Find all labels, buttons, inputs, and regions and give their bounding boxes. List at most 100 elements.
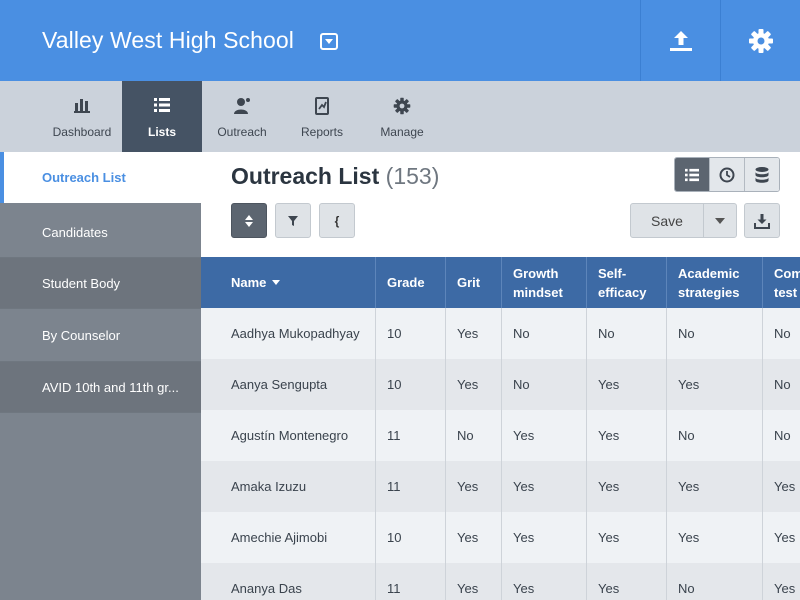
table-row[interactable]: Aanya Sengupta 10 Yes No Yes Yes No [201,359,800,410]
column-header-grade[interactable]: Grade [376,257,446,308]
table-row[interactable]: Ananya Das 11 Yes Yes Yes No Yes [201,563,800,600]
sidebar-item-avid[interactable]: AVID 10th and 11th gr... [0,362,201,413]
table-cell: Aanya Sengupta [201,359,376,410]
table-cell: No [502,359,587,410]
sidebar-item-label: Outreach List [42,170,126,185]
column-header-label: Academic strategies [678,265,740,300]
upload-button[interactable] [641,0,720,81]
table-row[interactable]: Agustín Montenegro 11 No Yes Yes No No [201,410,800,461]
school-name[interactable]: Valley West High School [42,27,294,54]
view-history-button[interactable] [710,158,745,191]
outreach-table: Name Grade Grit Growth mindset Self-effi… [201,257,800,600]
table-cell: 11 [376,410,446,461]
nav-item-lists[interactable]: Lists [122,81,202,152]
table-cell: No [667,563,763,600]
column-header-grit[interactable]: Grit [446,257,502,308]
list-icon [154,98,170,112]
sidebar-item-outreach-list[interactable]: Outreach List [0,152,201,203]
save-dropdown-button[interactable] [704,204,736,237]
column-header-label: Com test [774,265,800,300]
sidebar-item-by-counselor[interactable]: By Counselor [0,309,201,362]
table-cell: Yes [446,308,502,359]
gear-icon [393,97,411,115]
gear-icon [748,28,773,53]
table-cell: Yes [763,461,800,512]
table-cell: Aadhya Mukopadhyay [201,308,376,359]
sort-desc-icon [272,280,281,285]
nav-label: Reports [300,125,344,139]
nav-item-dashboard[interactable]: Dashboard [42,81,122,152]
sidebar-item-student-body[interactable]: Student Body [0,258,201,309]
brace-label: { [334,213,340,228]
sidebar-item-candidates[interactable]: Candidates [0,207,201,258]
table-cell: Yes [763,512,800,563]
column-header-label: Grit [457,275,481,290]
sidebar-item-label: AVID 10th and 11th gr... [42,379,179,395]
column-header-label: Grade [387,275,425,290]
nav-label: Outreach [217,125,267,139]
clock-icon [719,167,735,182]
column-header-label: Name [231,275,267,290]
person-outreach-icon [234,98,250,114]
sort-button[interactable] [231,203,267,238]
table-cell: 11 [376,563,446,600]
column-header-name[interactable]: Name [201,257,376,308]
column-header-label: Growth mindset [513,265,563,300]
brace-button[interactable]: { [319,203,355,238]
nav-label: Lists [147,125,176,139]
column-header-label: Self-efficacy [598,265,647,300]
view-list-button[interactable] [675,158,710,191]
table-cell: 10 [376,308,446,359]
table-row[interactable]: Amechie Ajimobi 10 Yes Yes Yes Yes Yes [201,512,800,563]
table-cell: Yes [667,461,763,512]
column-header-growth-mindset[interactable]: Growth mindset [502,257,587,308]
table-cell: Yes [587,461,667,512]
table-row[interactable]: Aadhya Mukopadhyay 10 Yes No No No No [201,308,800,359]
table-cell: No [667,410,763,461]
table-cell: Agustín Montenegro [201,410,376,461]
list-title-text: Outreach List [231,163,380,189]
nav-item-manage[interactable]: Manage [362,81,442,152]
top-header: Valley West High School [0,0,800,81]
table-cell: Yes [667,512,763,563]
table-cell: 10 [376,359,446,410]
sidebar-item-label: By Counselor [42,327,121,343]
view-toggle [674,157,780,192]
filter-button[interactable] [275,203,311,238]
download-icon [754,213,770,229]
column-header-self-efficacy[interactable]: Self-efficacy [587,257,667,308]
column-header-com-test[interactable]: Com test [763,257,800,308]
table-cell: No [587,308,667,359]
caret-down-box-icon[interactable] [320,33,338,50]
table-cell: Amaka Izuzu [201,461,376,512]
table-cell: 11 [376,461,446,512]
table-cell: Yes [502,410,587,461]
column-header-academic-strategies[interactable]: Academic strategies [667,257,763,308]
nav-item-reports[interactable]: Reports [282,81,362,152]
table-row[interactable]: Amaka Izuzu 11 Yes Yes Yes Yes Yes [201,461,800,512]
table-cell: Yes [502,563,587,600]
bar-chart-icon [74,99,90,113]
nav-item-outreach[interactable]: Outreach [202,81,282,152]
save-split-button: Save [630,203,737,238]
report-icon [315,97,329,115]
export-button[interactable] [744,203,780,238]
sidebar: Outreach List Candidates Student Body By… [0,152,201,600]
caret-down-icon [715,217,725,224]
settings-button[interactable] [721,0,800,81]
table-cell: Yes [587,359,667,410]
save-button[interactable]: Save [631,204,704,237]
table-cell: Yes [446,563,502,600]
table-cell: Yes [667,359,763,410]
table-cell: No [763,410,800,461]
table-header: Name Grade Grit Growth mindset Self-effi… [201,257,800,308]
list-count: (153) [385,163,440,189]
table-cell: Yes [763,563,800,600]
sort-icon [245,214,253,227]
upload-icon [669,30,692,51]
sidebar-item-label: Candidates [42,224,108,240]
main-nav: Dashboard Lists Outreach Reports Manage [0,81,800,152]
nav-label: Dashboard [52,125,112,139]
table-cell: Yes [446,461,502,512]
view-database-button[interactable] [745,158,779,191]
